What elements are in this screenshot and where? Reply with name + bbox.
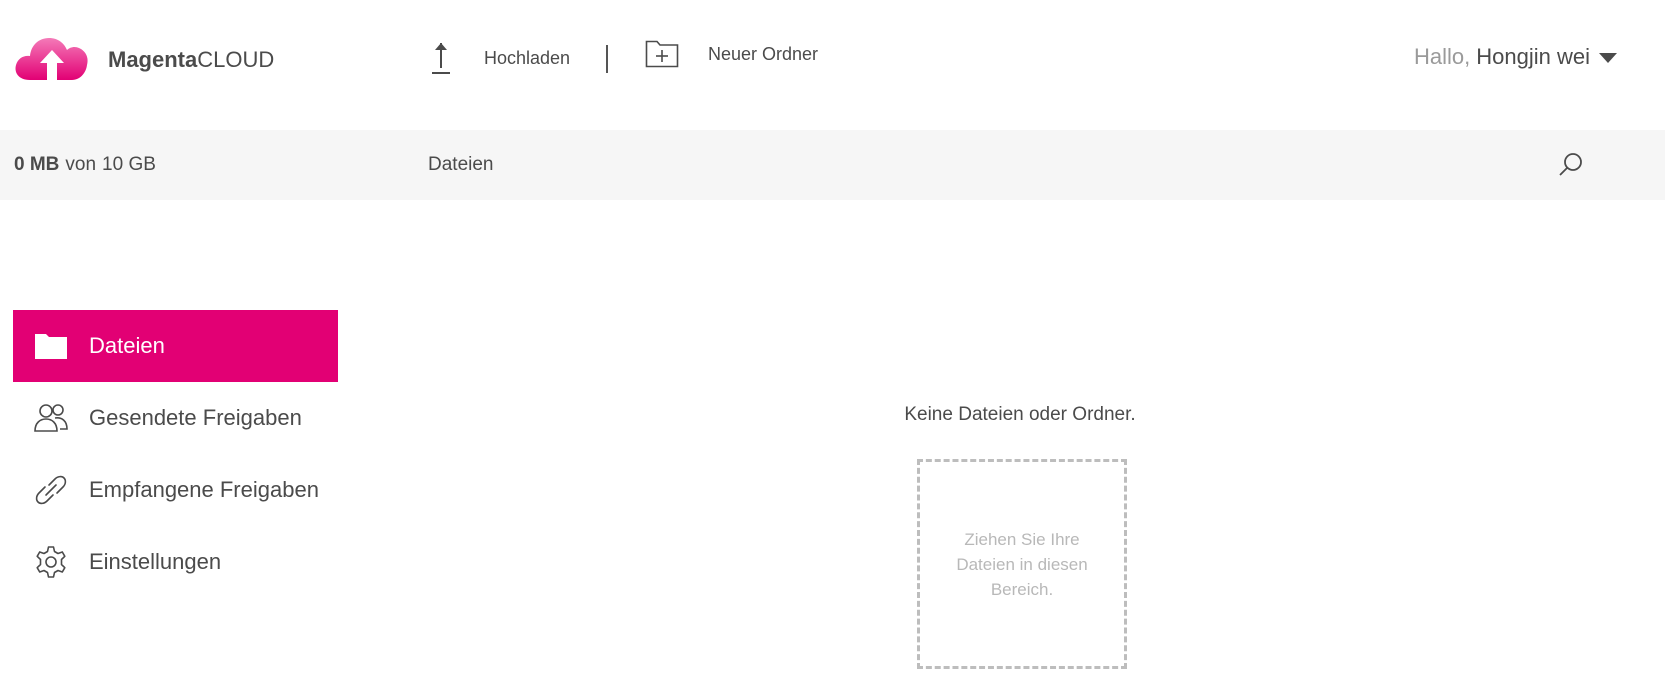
- upload-button[interactable]: Hochladen: [430, 40, 570, 76]
- quota-used: 0 MB: [14, 154, 60, 175]
- toolbar-divider: [606, 45, 608, 73]
- new-folder-button[interactable]: Neuer Ordner: [645, 40, 818, 68]
- sidebar-item-label: Einstellungen: [89, 549, 222, 574]
- brand-name-light: CLOUD: [197, 47, 275, 72]
- brand-name-bold: Magenta: [108, 47, 198, 72]
- cloud-upload-icon: [15, 38, 88, 80]
- user-name: Hongjin wei: [1476, 44, 1590, 69]
- sidebar-item-files[interactable]: Dateien: [13, 310, 338, 382]
- folder-plus-icon: [645, 40, 679, 68]
- brand-wordmark: MagentaCLOUD: [108, 47, 274, 73]
- breadcrumb-current[interactable]: Dateien: [428, 154, 494, 176]
- sidebar-item-label: Empfangene Freigaben: [89, 477, 319, 502]
- status-bar: 0 MB von 10 GB Dateien: [0, 130, 1665, 200]
- gear-icon: [33, 544, 69, 580]
- upload-arrow-icon: [432, 43, 450, 74]
- storage-quota: 0 MB von 10 GB: [14, 154, 156, 176]
- sidebar-item-settings[interactable]: Einstellungen: [13, 526, 338, 598]
- users-icon: [33, 400, 69, 436]
- sidebar-item-label: Gesendete Freigaben: [89, 405, 302, 430]
- user-greeting: Hallo,: [1414, 44, 1471, 69]
- dropzone-text: Ziehen Sie Ihre Dateien in diesen Bereic…: [956, 529, 1088, 599]
- sidebar-item-label: Dateien: [89, 333, 165, 358]
- search-icon: [1559, 153, 1582, 176]
- folder-icon: [33, 328, 69, 364]
- caret-down-icon: [1599, 53, 1617, 63]
- upload-label: Hochladen: [484, 47, 571, 68]
- new-folder-label: Neuer Ordner: [708, 43, 819, 64]
- link-icon: [33, 472, 69, 508]
- empty-state-message: Keine Dateien oder Ordner.: [904, 404, 1136, 425]
- quota-of: von: [65, 154, 97, 175]
- sidebar-item-received-shares[interactable]: Empfangene Freigaben: [13, 454, 338, 526]
- search-button[interactable]: [1556, 150, 1586, 180]
- file-dropzone[interactable]: Ziehen Sie Ihre Dateien in diesen Bereic…: [917, 459, 1127, 669]
- quota-total: 10 GB: [102, 154, 156, 175]
- brand-logo[interactable]: MagentaCLOUD: [12, 30, 274, 86]
- sidebar-item-sent-shares[interactable]: Gesendete Freigaben: [13, 382, 338, 454]
- sidebar-nav: Dateien Gesendete Freigaben Empfangene F…: [13, 310, 338, 598]
- user-menu[interactable]: Hallo, Hongjin wei: [1414, 44, 1617, 70]
- app-header: MagentaCLOUD Hochladen Neuer Ordner Hall…: [0, 0, 1665, 124]
